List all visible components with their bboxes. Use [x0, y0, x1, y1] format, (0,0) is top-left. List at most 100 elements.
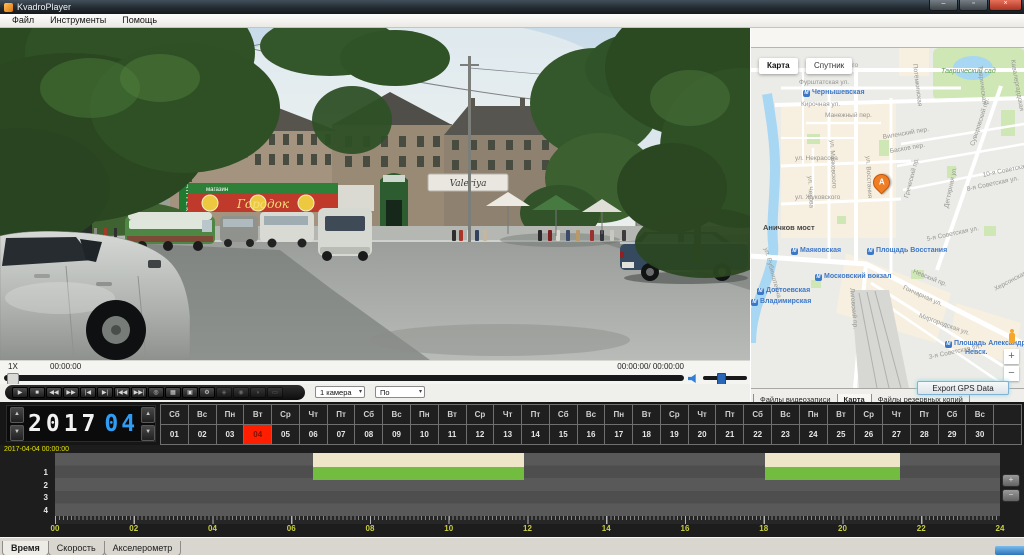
map-label-text: Владимирская	[760, 298, 811, 305]
maximize-button[interactable]: ▫	[959, 0, 988, 11]
metro-icon: М	[815, 274, 822, 281]
map-label-text: Достоевская	[766, 287, 810, 294]
layout-select[interactable]: По умолч...	[375, 386, 425, 398]
calendar-date-cell[interactable]: 04	[244, 425, 271, 444]
year-down-button[interactable]: ▼	[10, 425, 24, 441]
video-frame[interactable]: АПТЕКА магазин Городок Valeriya	[0, 28, 750, 360]
calendar-dow-cell: Пн	[605, 405, 632, 424]
display-button[interactable]: ▭	[267, 387, 283, 398]
map-panel-header	[751, 28, 1024, 48]
map-label-text: ул. Жуковского	[795, 194, 840, 201]
calendar-date-cell[interactable]: 30	[966, 425, 993, 444]
effects-button[interactable]: ◈	[216, 387, 232, 398]
calendar-date-cell[interactable]: 21	[716, 425, 743, 444]
calendar-date-cell[interactable]: 22	[744, 425, 771, 444]
hour-label: 06	[283, 524, 299, 533]
month-up-button[interactable]: ▲	[141, 407, 155, 423]
fast-forward-button[interactable]: ▶▶	[63, 387, 79, 398]
calendar-grid: СбВсПнВтСрЧтПтСбВсПнВтСрЧтПтСбВсПнВтСрЧт…	[160, 404, 1022, 445]
track-number: 1	[0, 468, 48, 477]
jump-start-button[interactable]: |◀◀	[114, 387, 130, 398]
calendar-date-cell[interactable]: 12	[467, 425, 494, 444]
calendar-date-cell[interactable]: 18	[633, 425, 660, 444]
calendar-date-cell[interactable]: 26	[855, 425, 882, 444]
calendar-date-cell[interactable]: 20	[689, 425, 716, 444]
rotate-button[interactable]: ◉	[233, 387, 249, 398]
calendar-date-cell[interactable]: 08	[355, 425, 382, 444]
prev-file-button[interactable]: |◀	[80, 387, 96, 398]
satellite-type-button[interactable]: Спутник	[806, 58, 852, 74]
street-label: ул. Жуковского	[795, 194, 840, 202]
tab-speed[interactable]: Скорость	[48, 541, 105, 555]
calendar-date-cell[interactable]: 02	[189, 425, 216, 444]
jump-end-button[interactable]: ▶▶|	[131, 387, 147, 398]
calendar-date-cell[interactable]: 14	[522, 425, 549, 444]
track-number: 2	[0, 481, 48, 490]
camera-select[interactable]: 1 камера	[315, 386, 365, 398]
pegman-icon[interactable]	[1008, 329, 1016, 343]
calendar-date-cell[interactable]: 23	[772, 425, 799, 444]
timeline-ruler[interactable]	[55, 516, 1000, 524]
shop-awning-text: магазин	[206, 187, 228, 193]
calendar-date-cell[interactable]: 15	[550, 425, 577, 444]
map-view[interactable]: ЧайковскогоФурштатская ул.МЧернышевскаяК…	[751, 48, 1024, 388]
calendar-date-cell[interactable]: 29	[939, 425, 966, 444]
month-down-button[interactable]: ▼	[141, 425, 155, 441]
snapshot-button[interactable]: ▣	[182, 387, 198, 398]
timeline-panel: 2017-04-04 00:00:00 1234 000204060810121…	[0, 445, 1024, 537]
grid-view-button[interactable]: ▦	[165, 387, 181, 398]
calendar-date-cell[interactable]: 13	[494, 425, 521, 444]
menu-item[interactable]: Помощь	[114, 14, 165, 27]
calendar-date-cell[interactable]: 19	[661, 425, 688, 444]
calendar-date-cell[interactable]: 05	[272, 425, 299, 444]
audio-button[interactable]: ◗	[250, 387, 266, 398]
calendar-date-cell[interactable]: 07	[328, 425, 355, 444]
map-label-text: Фурштатская ул.	[799, 79, 849, 86]
seek-bar[interactable]	[4, 375, 684, 381]
calendar-date-cell[interactable]: 25	[828, 425, 855, 444]
timeline-tracks[interactable]	[55, 453, 1000, 516]
year-spinner: ▲ ▼	[10, 407, 24, 441]
map-type-button[interactable]: Карта	[759, 58, 798, 74]
export-gps-button[interactable]: Export GPS Data	[917, 381, 1009, 395]
settings-button[interactable]: ⚙	[199, 387, 215, 398]
menu-item[interactable]: Файл	[4, 14, 42, 27]
timeline-zoom-in-button[interactable]: +	[1002, 474, 1020, 487]
calendar-date-cell[interactable]: 11	[439, 425, 466, 444]
tab-time[interactable]: Время	[2, 541, 49, 555]
calendar-dow-cell: Сб	[550, 405, 577, 424]
play-button[interactable]: ▶	[12, 387, 28, 398]
playback-controls: ▶■◀◀▶▶|◀▶||◀◀▶▶|◎▦▣⚙◈◉◗▭	[5, 385, 305, 400]
calendar-date-cell[interactable]: 16	[578, 425, 605, 444]
calendar-date-cell[interactable]: 03	[217, 425, 244, 444]
close-button[interactable]: ×	[989, 0, 1022, 11]
next-file-button[interactable]: ▶|	[97, 387, 113, 398]
calendar-date-cell[interactable]: 01	[161, 425, 188, 444]
calendar-date-cell[interactable]: 27	[883, 425, 910, 444]
timeline-current-datetime: 2017-04-04 00:00:00	[4, 446, 69, 453]
map-zoom-out-button[interactable]: −	[1004, 366, 1019, 381]
volume-icon[interactable]	[688, 374, 699, 383]
record-button[interactable]: ◎	[148, 387, 164, 398]
calendar-date-cell[interactable]: 06	[300, 425, 327, 444]
calendar-date-cell[interactable]: 17	[605, 425, 632, 444]
bottom-tabs: ВремяСкоростьАкселерометр	[0, 537, 1024, 555]
tab-accelerometer[interactable]: Акселерометр	[104, 541, 182, 555]
timeline-zoom-out-button[interactable]: −	[1002, 489, 1020, 502]
map-zoom-in-button[interactable]: +	[1004, 349, 1019, 364]
metro-icon: М	[945, 341, 952, 348]
map-label-text: Площадь Восстания	[876, 247, 947, 254]
calendar-date-cell[interactable]: 09	[383, 425, 410, 444]
calendar-dow-cell: Сб	[161, 405, 188, 424]
menu-item[interactable]: Инструменты	[42, 14, 114, 27]
calendar-date-cell[interactable]: 24	[800, 425, 827, 444]
volume-slider[interactable]	[703, 376, 747, 380]
titlebar[interactable]: KvadroPlayer –▫×	[0, 0, 1024, 14]
stop-button[interactable]: ■	[29, 387, 45, 398]
minimize-button[interactable]: –	[929, 0, 958, 11]
calendar-date-cell[interactable]: 28	[911, 425, 938, 444]
calendar-date-cell[interactable]: 10	[411, 425, 438, 444]
year-up-button[interactable]: ▲	[10, 407, 24, 423]
rewind-button[interactable]: ◀◀	[46, 387, 62, 398]
calendar-empty-cell	[994, 405, 1021, 424]
